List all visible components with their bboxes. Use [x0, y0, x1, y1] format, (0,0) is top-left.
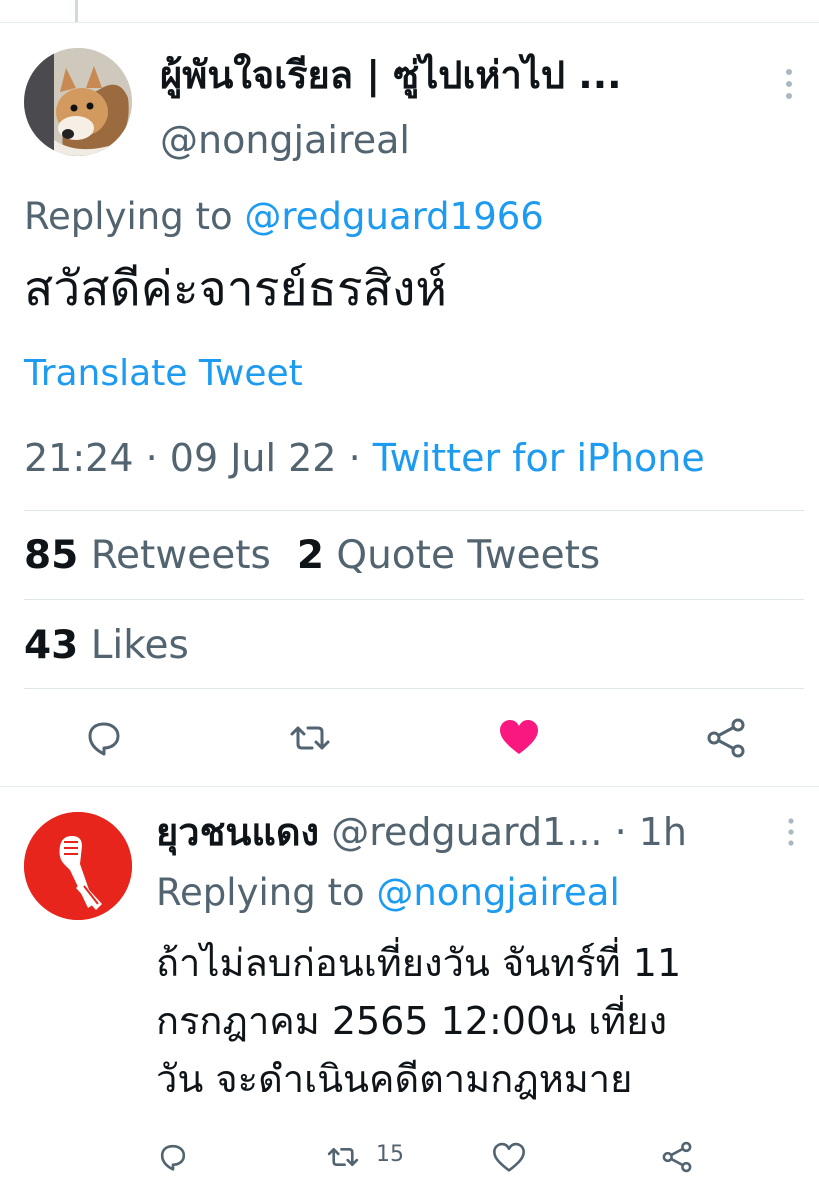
author-name[interactable]: ผู้พันใจเรียล | ซู่ไปเห่าไป ...: [160, 50, 750, 100]
tweet-text: สวัสดีค่ะจารย์ธรสิงห์: [24, 261, 448, 317]
reply-header: ยุวชนแดง @redguard1... · 1h: [156, 806, 776, 858]
reply-author-name[interactable]: ยุวชนแดง: [156, 810, 319, 854]
divider: [24, 599, 804, 600]
tweet-time[interactable]: 21:24: [24, 436, 134, 480]
like-icon[interactable]: [492, 1141, 526, 1175]
quote-tweets-stat[interactable]: 2 Quote Tweets: [297, 533, 600, 578]
reply-icon[interactable]: [82, 716, 126, 760]
replying-to: Replying to @redguard1966: [24, 192, 544, 242]
tweet-date[interactable]: 09 Jul 22: [170, 436, 337, 480]
quote-tweets-label: Quote Tweets: [336, 533, 601, 578]
likes-stat[interactable]: 43 Likes: [24, 620, 189, 672]
reply-text-line: ถ้าไม่ลบก่อนเที่ยงวัน จันทร์ที่ 11: [156, 941, 682, 985]
reply-retweet-count: 15: [376, 1142, 404, 1167]
retweet-icon[interactable]: [288, 716, 332, 760]
translate-tweet-link[interactable]: Translate Tweet: [24, 350, 303, 398]
avatar[interactable]: [24, 48, 132, 156]
replying-to-label: Replying to: [156, 871, 377, 914]
like-icon[interactable]: [497, 716, 541, 760]
likes-label: Likes: [90, 623, 189, 668]
tweet-detail-page: ผู้พันใจเรียล | ซู่ไปเห่าไป ... @nongjai…: [0, 0, 819, 1200]
likes-count: 43: [24, 623, 79, 668]
share-icon[interactable]: [660, 1140, 694, 1174]
share-icon[interactable]: [704, 716, 748, 760]
thread-connector-line: [75, 0, 78, 22]
reply-time-ago[interactable]: · 1h: [615, 810, 687, 854]
replying-to-handle-link[interactable]: @redguard1966: [244, 195, 543, 238]
tweet-source-link[interactable]: Twitter for iPhone: [373, 436, 705, 480]
retweet-icon[interactable]: [326, 1140, 360, 1174]
divider: [24, 510, 804, 511]
top-divider: [0, 22, 819, 23]
divider: [24, 688, 804, 689]
engagement-stats: 85 Retweets 2 Quote Tweets: [24, 530, 600, 582]
meta-separator: ·: [336, 436, 373, 480]
avatar[interactable]: [24, 812, 132, 920]
reply-author-handle[interactable]: @redguard1...: [331, 810, 602, 854]
meta-separator: ·: [133, 436, 170, 480]
retweets-count: 85: [24, 533, 79, 578]
reply-text-line: กรกฎาคม 2565 12:00น เที่ยง: [156, 999, 668, 1043]
reply-text-line: วัน จะดำเนินคดีตามกฎหมาย: [156, 1057, 633, 1101]
replying-to: Replying to @nongjaireal: [156, 868, 620, 918]
reply-icon[interactable]: [156, 1140, 190, 1174]
retweets-label: Retweets: [90, 533, 271, 578]
replying-to-label: Replying to: [24, 195, 245, 238]
author-handle[interactable]: @nongjaireal: [160, 115, 410, 165]
retweets-stat[interactable]: 85 Retweets: [24, 533, 271, 578]
reply-text: ถ้าไม่ลบก่อนเที่ยงวัน จันทร์ที่ 11 กรกฎา…: [156, 934, 806, 1108]
more-options-icon[interactable]: [784, 816, 798, 848]
section-divider: [0, 786, 819, 787]
tweet-meta: 21:24 · 09 Jul 22 · Twitter for iPhone: [24, 432, 705, 484]
replying-to-handle-link[interactable]: @nongjaireal: [376, 871, 619, 914]
quote-tweets-count: 2: [296, 533, 324, 578]
more-options-icon[interactable]: [780, 66, 798, 102]
